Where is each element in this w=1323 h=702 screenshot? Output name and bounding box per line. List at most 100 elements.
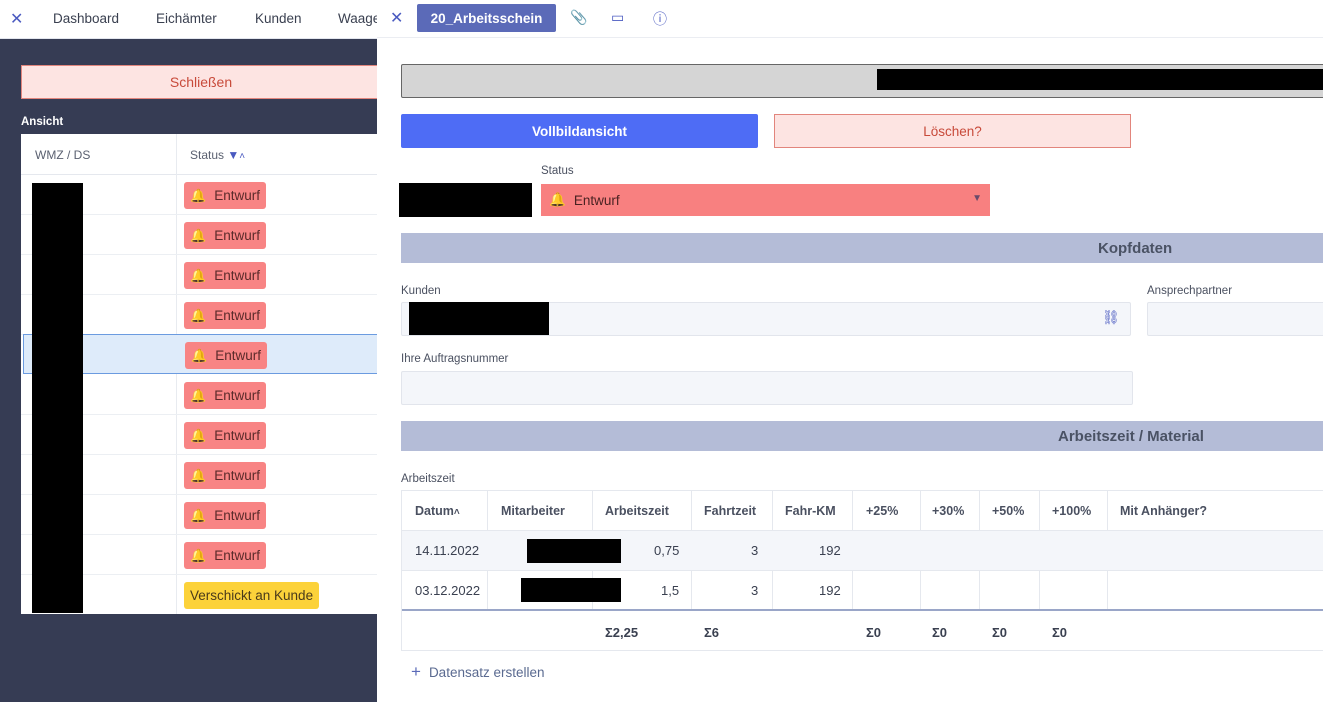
redacted-block [409,302,549,335]
cell-drivetime: 3 [751,543,759,558]
status-badge: 🔔 Entwurf [185,342,267,369]
plus-icon: + [411,662,421,681]
column-plus30[interactable]: +30% [932,504,964,518]
unlink-icon[interactable]: ⛓ [1102,309,1120,326]
sum-plus25: Σ0 [866,625,882,640]
bell-icon: 🔔 [190,547,207,563]
cell-drivetime: 3 [751,583,759,598]
column-plus100[interactable]: +100% [1052,504,1091,518]
nav-kunden[interactable]: Kunden [255,11,302,26]
status-text: Entwurf [214,468,260,483]
status-text: Entwurf [214,268,260,283]
create-record-button[interactable]: + Datensatz erstellen [411,662,545,682]
bell-icon: 🔔 [191,347,208,363]
redacted-block [399,183,532,217]
table-header: WMZ / DS Status ▼˄ [21,134,381,614]
nav-dashboard[interactable]: Dashboard [53,11,119,26]
status-badge: 🔔 Entwurf [184,422,266,449]
bell-icon: 🔔 [190,467,207,483]
contact-field[interactable] [1147,302,1323,336]
cell-km: 192 [819,583,841,598]
nav-eichaemter[interactable]: Eichämter [156,11,217,26]
status-text: Entwurf [214,388,260,403]
progress-bar [401,64,1323,98]
status-badge: 🔔 Entwurf [184,222,266,249]
status-text: Entwurf [215,348,261,363]
section-kopfdaten: Kopfdaten [401,233,1323,263]
worktime-table: Datum˄ Mitarbeiter Arbeitszeit Fahrtzeit… [401,490,1323,651]
column-plus25[interactable]: +25% [866,504,898,518]
sum-drivetime: Σ6 [704,625,720,640]
status-badge: 🔔 Entwurf [184,462,266,489]
detail-panel: ✕ 20_Arbeitsschein 📎 ▭ ⓘ Vollbildansicht… [377,0,1323,702]
filter-icon[interactable]: ▼ [227,148,239,162]
bell-icon: 🔔 [190,227,207,243]
close-panel-icon[interactable]: ✕ [390,8,403,28]
bell-icon: 🔔 [190,387,207,403]
sum-worktime: Σ2,25 [605,625,639,640]
contact-label: Ansprechpartner [1147,285,1233,297]
status-badge: 🔔 Entwurf [184,302,266,329]
cell-date: 14.11.2022 [415,543,480,558]
section-title: Kopfdaten [1098,239,1173,257]
section-title: Arbeitszeit / Material [1058,427,1204,445]
fullscreen-button[interactable]: Vollbildansicht [401,114,758,148]
close-icon[interactable]: ✕ [10,9,23,29]
redacted-block [527,539,621,563]
sort-asc-icon: ˄ [453,507,460,518]
column-plus50[interactable]: +50% [992,504,1024,518]
column-status[interactable]: Status ▼˄ [190,148,245,162]
cell-worktime: 1,5 [661,583,680,598]
cell-worktime: 0,75 [654,543,680,558]
column-arbeitszeit[interactable]: Arbeitszeit [605,504,669,518]
status-label: Status [541,165,574,177]
chevron-down-icon: ▼ [972,193,982,204]
status-value: Entwurf [573,192,620,208]
status-badge: 🔔 Entwurf [184,502,266,529]
sum-plus50: Σ0 [992,625,1008,640]
nav-waage[interactable]: Waage [338,11,380,26]
status-badge: 🔔 Entwurf [184,542,266,569]
close-button[interactable]: Schließen [21,65,381,99]
tab-arbeitsschein[interactable]: 20_Arbeitsschein [417,4,556,32]
cell-date: 03.12.2022 [415,583,481,598]
delete-button[interactable]: Löschen? [774,114,1131,148]
bell-icon: 🔔 [190,187,207,203]
status-badge: 🔔 Entwurf [184,262,266,289]
status-badge: 🔔 Entwurf [184,382,266,409]
table-header: Datum˄ Mitarbeiter Arbeitszeit Fahrtzeit… [402,491,1323,531]
column-datum[interactable]: Datum˄ [415,504,460,518]
status-text: Entwurf [214,228,260,243]
status-text: Entwurf [214,508,260,523]
redacted-block [32,183,83,613]
bell-icon: 🔔 [190,267,207,283]
status-text: Entwurf [214,428,260,443]
customer-label: Kunden [401,285,441,297]
section-arbeitszeit: Arbeitszeit / Material [401,421,1323,451]
order-number-field[interactable] [401,371,1133,405]
redacted-block [521,578,621,602]
status-badge: Verschickt an Kunde [184,582,320,609]
panel-toolbar: ✕ 20_Arbeitsschein 📎 ▭ ⓘ [377,0,1323,38]
paperclip-icon[interactable]: 📎 [570,9,587,26]
info-icon[interactable]: ⓘ [653,9,667,29]
comment-icon[interactable]: ▭ [611,9,624,26]
status-text: Entwurf [214,308,260,323]
column-fahrtzeit[interactable]: Fahrtzeit [704,504,756,518]
worktime-label: Arbeitszeit [401,473,455,485]
sort-asc-icon[interactable]: ˄ [239,151,245,162]
status-select[interactable]: 🔔 Entwurf ▼ [541,184,990,216]
order-number-label: Ihre Auftragsnummer [401,353,509,365]
bell-icon: 🔔 [190,307,207,323]
column-status-label: Status [190,148,225,162]
bell-icon: 🔔 [190,507,207,523]
column-datum-label: Datum [415,504,454,518]
column-anhaenger[interactable]: Mit Anhänger? [1120,504,1207,518]
bell-icon: 🔔 [549,192,566,207]
status-text: Entwurf [214,188,260,203]
view-label: Ansicht [21,116,64,128]
create-record-label: Datensatz erstellen [428,665,545,680]
column-wmz-ds[interactable]: WMZ / DS [35,148,90,162]
column-mitarbeiter[interactable]: Mitarbeiter [501,504,565,518]
column-fahr-km[interactable]: Fahr-KM [785,504,836,518]
